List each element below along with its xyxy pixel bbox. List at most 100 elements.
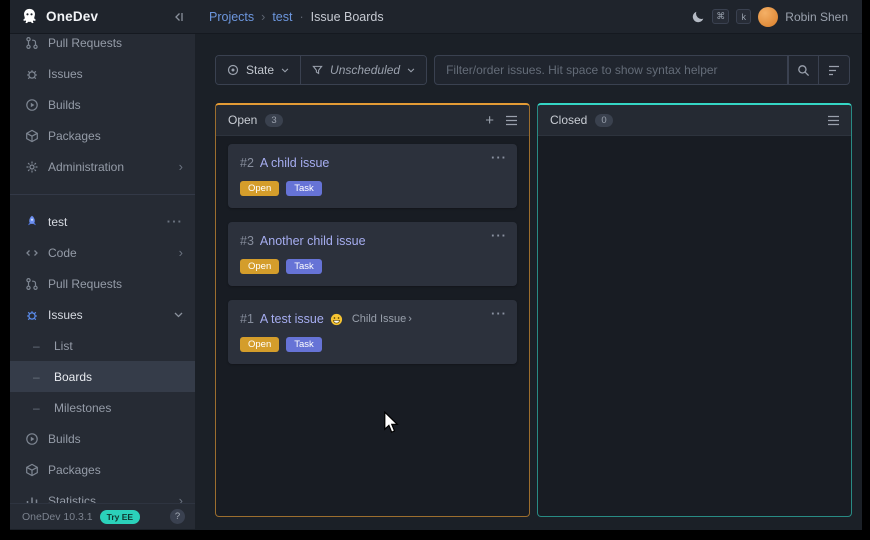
rocket-icon	[24, 214, 39, 229]
issue-title-link[interactable]: A test issue	[260, 312, 324, 326]
milestone-filter-label: Unscheduled	[330, 63, 400, 77]
issue-number: #2	[240, 156, 254, 170]
state-filter-label: State	[246, 63, 274, 77]
saved-queries-button[interactable]	[819, 55, 850, 85]
type-badge: Task	[286, 259, 322, 274]
list-icon	[827, 115, 840, 126]
sidebar-item-statistics[interactable]: Statistics ›	[10, 485, 195, 503]
moon-icon	[691, 10, 705, 24]
chevron-down-icon	[281, 68, 289, 73]
main-content: State Unscheduled	[195, 34, 862, 529]
sidebar-item-issues-milestones[interactable]: – Milestones	[10, 392, 195, 423]
sidebar-item-label: Issues	[48, 308, 83, 322]
sidebar-item-builds-global[interactable]: Builds	[10, 89, 195, 120]
sidebar-item-label: Code	[48, 246, 77, 260]
child-issue-link[interactable]: Child Issue ›	[352, 313, 412, 325]
chevron-right-icon: ›	[408, 313, 412, 325]
sidebar-item-project-test[interactable]: test ···	[10, 206, 195, 237]
state-icon	[227, 64, 239, 76]
sub-item-dash: –	[33, 370, 45, 384]
sidebar-item-code[interactable]: Code ›	[10, 237, 195, 268]
issue-card[interactable]: #3 Another child issue ··· Open Task	[228, 222, 517, 286]
builds-icon	[24, 431, 39, 446]
issues-icon	[24, 66, 39, 81]
sidebar-item-label: test	[48, 215, 67, 229]
filter-button-group: State Unscheduled	[215, 55, 427, 85]
issue-card[interactable]: #2 A child issue ··· Open Task	[228, 144, 517, 208]
issue-menu-button[interactable]: ···	[491, 306, 507, 321]
state-badge: Open	[240, 259, 279, 274]
issue-menu-button[interactable]: ···	[491, 228, 507, 243]
sort-lines-icon	[828, 65, 840, 76]
chevron-down-icon	[407, 68, 415, 73]
sidebar-item-pull-requests-global[interactable]: Pull Requests	[10, 34, 195, 58]
brand-name: OneDev	[46, 9, 98, 24]
app-window: OneDev Projects › test · Issue Boards ⌘ …	[10, 0, 862, 530]
column-count-badge: 0	[595, 114, 612, 127]
issue-filter-input[interactable]	[434, 55, 788, 85]
state-badge: Open	[240, 181, 279, 196]
sidebar-item-packages[interactable]: Packages	[10, 454, 195, 485]
add-issue-button[interactable]: +	[485, 113, 494, 128]
issue-toolbar: State Unscheduled	[215, 55, 850, 85]
breadcrumb-projects-link[interactable]: Projects	[209, 10, 254, 24]
issue-number: #3	[240, 234, 254, 248]
list-icon	[505, 115, 518, 126]
version-label: OneDev 10.3.1	[22, 511, 93, 523]
dark-mode-toggle[interactable]	[691, 10, 705, 24]
chevron-right-icon: ›	[179, 494, 183, 503]
column-body-closed	[538, 136, 851, 516]
sidebar-collapse-button[interactable]	[171, 10, 185, 24]
sidebar-item-builds[interactable]: Builds	[10, 423, 195, 454]
milestone-filter-button[interactable]: Unscheduled	[300, 56, 426, 84]
breadcrumb-separator: ·	[299, 10, 303, 24]
column-header-open: Open 3 +	[216, 105, 529, 136]
sidebar-item-pull-requests[interactable]: Pull Requests	[10, 268, 195, 299]
column-body-open: #2 A child issue ··· Open Task #3	[216, 136, 529, 516]
sidebar-item-label: Packages	[48, 129, 101, 143]
sidebar-item-label: Builds	[48, 98, 81, 112]
funnel-icon	[312, 65, 323, 76]
board-column-open: Open 3 + #2 A chil	[215, 103, 530, 517]
sidebar-item-label: Pull Requests	[48, 277, 122, 291]
top-bar: OneDev Projects › test · Issue Boards ⌘ …	[10, 0, 862, 34]
try-ee-badge[interactable]: Try EE	[100, 510, 140, 524]
sidebar-footer: OneDev 10.3.1 Try EE ?	[10, 503, 195, 529]
column-menu-button[interactable]	[505, 115, 518, 126]
shortcut-key-k: k	[736, 9, 751, 24]
sidebar-item-issues-global[interactable]: Issues	[10, 58, 195, 89]
sidebar: Pull Requests Issues Builds Packages Adm	[10, 34, 195, 529]
onedev-logo-icon	[20, 7, 39, 26]
issue-title-link[interactable]: Another child issue	[260, 234, 366, 248]
issue-number: #1	[240, 312, 254, 326]
sidebar-item-administration[interactable]: Administration ›	[10, 151, 195, 182]
search-button[interactable]	[788, 55, 819, 85]
packages-icon	[24, 462, 39, 477]
breadcrumb-project-link[interactable]: test	[272, 10, 292, 24]
sidebar-item-label: Boards	[54, 370, 92, 384]
sidebar-item-packages-global[interactable]: Packages	[10, 120, 195, 151]
breadcrumb-separator: ›	[261, 10, 265, 24]
child-issue-label: Child Issue	[352, 313, 406, 325]
packages-icon	[24, 128, 39, 143]
column-count-badge: 3	[265, 114, 282, 127]
issue-card[interactable]: #1 A test issue Child Issue › ··· O	[228, 300, 517, 364]
sidebar-item-issues[interactable]: Issues	[10, 299, 195, 330]
brand-area: OneDev	[10, 7, 195, 26]
issue-menu-button[interactable]: ···	[491, 150, 507, 165]
page-title: Issue Boards	[311, 10, 384, 24]
sidebar-item-label: Milestones	[54, 401, 111, 415]
issue-title-link[interactable]: A child issue	[260, 156, 329, 170]
sidebar-nav: Pull Requests Issues Builds Packages Adm	[10, 34, 195, 503]
sidebar-item-issues-boards[interactable]: – Boards	[10, 361, 195, 392]
user-name[interactable]: Robin Shen	[785, 10, 848, 24]
sidebar-item-issues-list[interactable]: – List	[10, 330, 195, 361]
gear-icon	[24, 159, 39, 174]
grin-emoji-icon	[330, 313, 343, 326]
user-avatar[interactable]	[758, 7, 778, 27]
project-more-button[interactable]: ···	[167, 214, 183, 229]
column-menu-button[interactable]	[827, 115, 840, 126]
help-button[interactable]: ?	[170, 509, 185, 524]
issue-board: Open 3 + #2 A chil	[215, 103, 850, 517]
state-filter-button[interactable]: State	[216, 56, 300, 84]
